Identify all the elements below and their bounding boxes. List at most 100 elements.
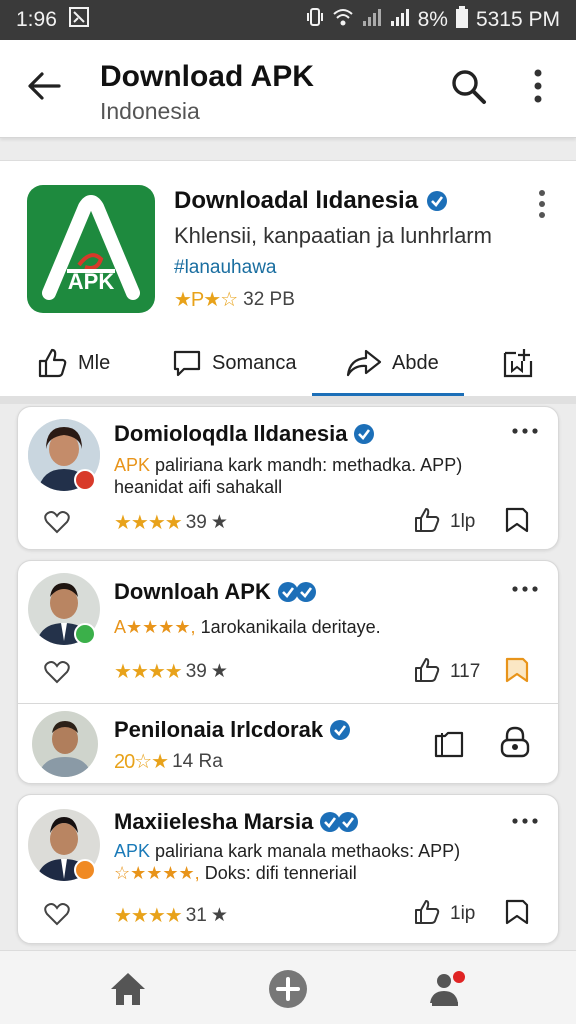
card-description-prefix: APK (114, 455, 151, 475)
tab-label: Abde (392, 351, 439, 374)
upvote-count: 1ip (450, 903, 476, 924)
verified-badge-icon (427, 191, 448, 211)
card-description-2: ☆★★★★, Doks: difi tenneriail (114, 863, 357, 884)
rating-prefix: 20☆★ (114, 751, 169, 773)
card-description-2-prefix: ☆★★★★, (114, 863, 200, 883)
folder-button[interactable] (432, 727, 466, 761)
card-description: A★★★★, 1arokanikaila deritaye. (114, 617, 381, 638)
upvote-count: 1lp (450, 511, 476, 532)
action-tabs: Mle Somanca Abde (0, 333, 576, 397)
app-name: Downloadal lıdanesia (174, 187, 419, 214)
upvote-button[interactable] (410, 895, 444, 929)
card-title: Domioloqdla lldanesia (114, 421, 348, 446)
share-icon (346, 349, 382, 377)
app-hashtag[interactable]: #lanauhawa (174, 257, 276, 279)
favorite-button[interactable] (40, 655, 74, 689)
item-divider (18, 703, 558, 704)
upvote-count: 117 (450, 661, 481, 682)
card-menu-button[interactable] (510, 421, 540, 441)
thumb-up-icon (415, 658, 440, 682)
lock-button[interactable] (498, 725, 532, 759)
app-bar: Download APK Indonesia (0, 40, 576, 138)
search-button[interactable] (446, 64, 490, 108)
avatar-badge (74, 859, 96, 881)
tab-share[interactable]: Abde (346, 333, 439, 393)
tab-like[interactable]: Mle (36, 333, 110, 393)
card-rating: ★★★★ 39 ★ (114, 510, 228, 535)
notification-icon (68, 7, 89, 33)
card-menu-button[interactable] (510, 579, 540, 599)
card-title: Downloah APK (114, 579, 271, 604)
rating-star-icon: ★ (210, 905, 228, 926)
upvote-button[interactable] (410, 503, 444, 537)
status-clock: 5315 PM (475, 8, 560, 31)
heart-icon (44, 511, 70, 534)
more-horizontal-icon (512, 586, 538, 592)
wifi-icon (332, 7, 354, 33)
save-button[interactable] (500, 653, 534, 687)
page-title: Download APK (100, 60, 314, 93)
app-logo-label: APK (67, 269, 115, 294)
search-icon (452, 70, 486, 104)
list-item[interactable]: Maxiielesha Marsia APK paliriana kark ma… (17, 794, 559, 944)
verified-badge-icon (354, 424, 375, 444)
card-rating: 20☆★ 14 Ra (114, 749, 223, 774)
bookmark-icon (505, 657, 529, 683)
favorite-button[interactable] (40, 505, 74, 539)
app-logo[interactable]: APK (27, 185, 155, 313)
add-circle-icon (269, 970, 307, 1008)
avatar-badge (74, 469, 96, 491)
rating-stars: ★P★☆ (174, 289, 238, 311)
verified-badge-icon (330, 720, 351, 740)
lock-icon (500, 726, 530, 758)
card-description-2: heanidat aifi sahakall (114, 477, 283, 497)
save-button[interactable] (500, 503, 534, 537)
card-description-2-text: Doks: difi tenneriail (199, 863, 357, 883)
tab-label: Somanca (212, 351, 297, 374)
heart-icon (44, 661, 70, 684)
card-rating: ★★★★ 31 ★ (114, 903, 228, 928)
nav-home[interactable] (104, 965, 152, 1013)
nav-profile[interactable] (422, 965, 470, 1013)
card-menu-button[interactable] (510, 811, 540, 831)
list-item[interactable]: Domioloqdla lldanesia APK paliriana kark… (17, 406, 559, 550)
app-header-card: APK Downloadal lıdanesia Khlensii, kanpa… (0, 160, 576, 397)
bookmark-icon (505, 899, 529, 925)
signal-icon-2 (390, 7, 410, 33)
overflow-menu-button[interactable] (518, 64, 558, 108)
profile-icon (430, 971, 465, 1006)
bookmark-add-icon (503, 349, 533, 378)
tab-comment[interactable]: Somanca (172, 333, 297, 393)
card-description-prefix: APK (114, 841, 151, 861)
arrow-left-icon (28, 72, 61, 100)
card-description-text: paliriana kark mandh: methadka. APP) (150, 455, 463, 475)
avatar-photo (32, 711, 98, 777)
upvote-button[interactable] (410, 653, 444, 687)
nav-add[interactable] (264, 965, 312, 1013)
verified-badge-icon (277, 582, 316, 602)
back-button[interactable] (22, 64, 66, 108)
home-icon (111, 973, 145, 1005)
list-group: Downloah APK A★★★★, 1arokanikaila derita… (17, 560, 559, 784)
more-vertical-icon (539, 190, 545, 218)
rating-star-icon: ★ (210, 512, 228, 533)
verified-badge-icon (320, 812, 359, 832)
app-card-menu-button[interactable] (530, 187, 554, 221)
status-time: 1:96 (16, 8, 57, 31)
page-subtitle: Indonesia (100, 98, 200, 124)
rating-value: 14 Ra (172, 750, 223, 772)
save-button[interactable] (500, 895, 534, 929)
favorite-button[interactable] (40, 897, 74, 931)
section-divider (0, 396, 576, 404)
card-title: Maxiielesha Marsia (114, 809, 314, 834)
thumb-up-icon (415, 900, 440, 924)
avatar[interactable] (32, 711, 98, 777)
card-description: APK paliriana kark mandh: methadka. APP) (114, 455, 462, 476)
tab-save[interactable] (502, 333, 534, 393)
more-vertical-icon (534, 69, 542, 103)
status-bar: 1:96 8% 5315 PM (0, 0, 576, 40)
vibrate-icon (306, 7, 324, 33)
card-rating: ★★★★ 39 ★ (114, 659, 228, 684)
folder-icon (434, 731, 464, 758)
heart-icon (44, 903, 70, 926)
